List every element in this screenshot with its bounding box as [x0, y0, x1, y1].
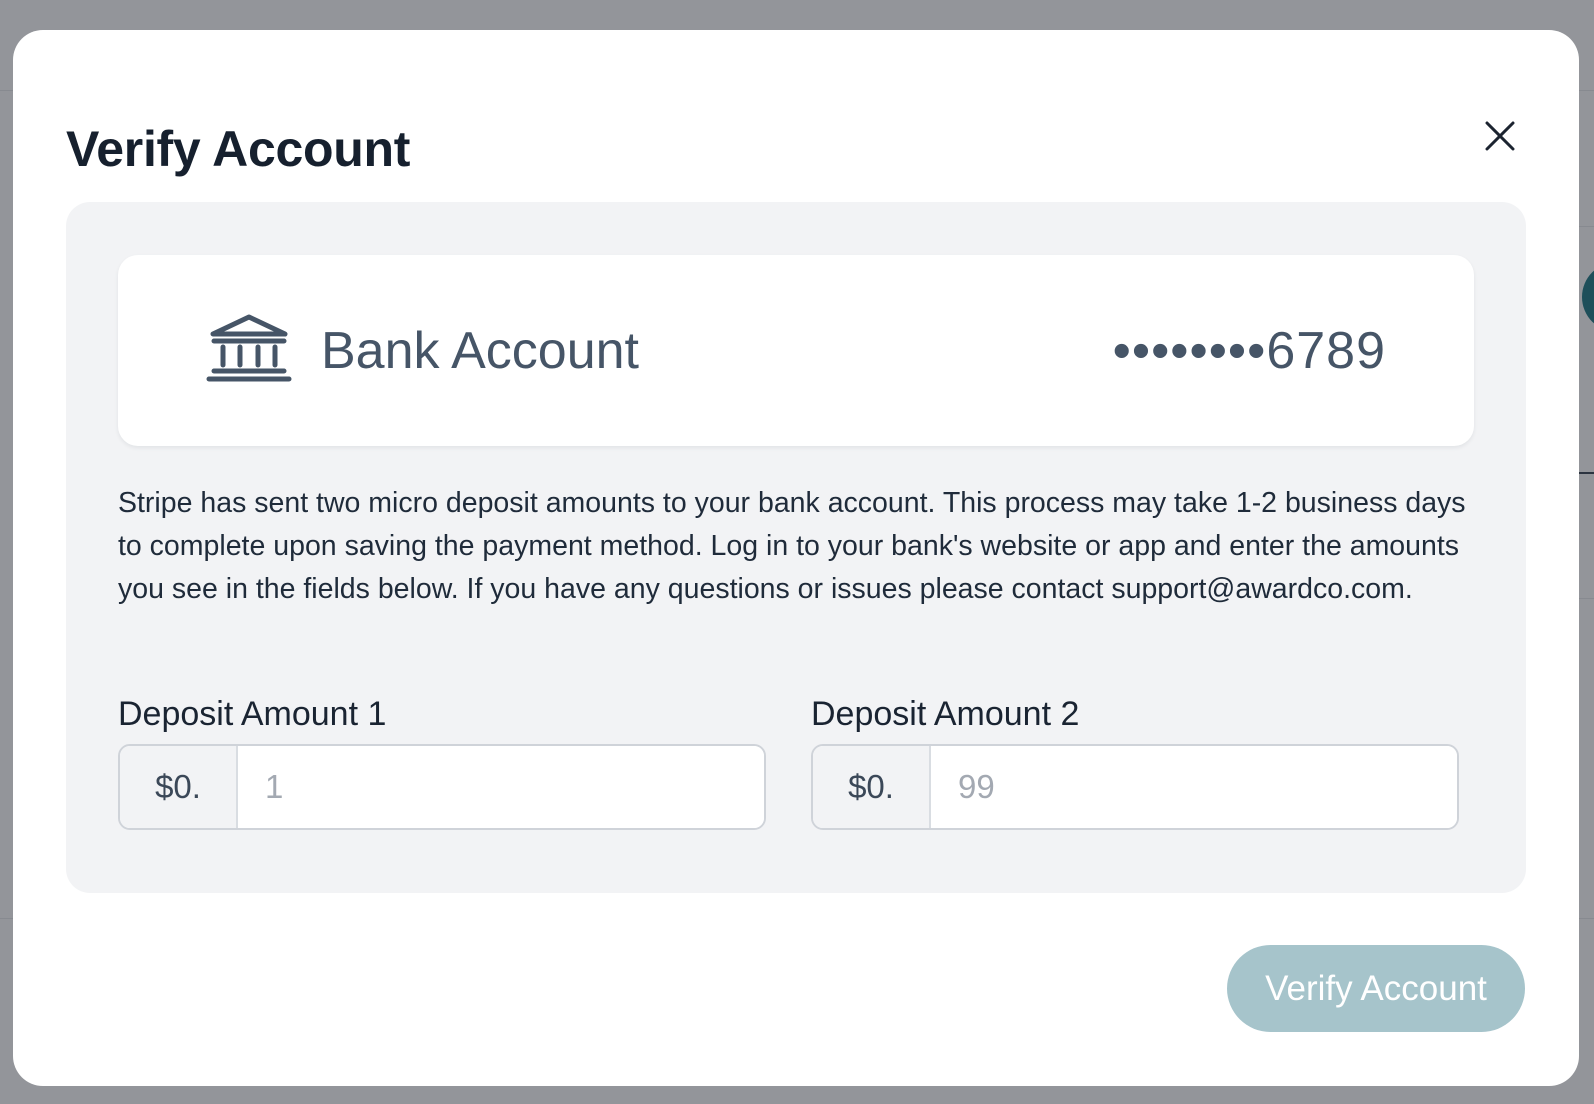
bank-icon: [206, 314, 292, 382]
bank-account-label: Bank Account: [321, 322, 639, 380]
currency-prefix: $0.: [120, 746, 238, 828]
currency-prefix: $0.: [813, 746, 931, 828]
backdrop-avatar: [1582, 262, 1594, 332]
verify-account-modal: Verify Account Bank Account ••••••••6789…: [13, 30, 1579, 1086]
bank-account-card: Bank Account ••••••••6789: [118, 255, 1474, 446]
masked-account-number: ••••••••6789: [1112, 322, 1386, 380]
deposit-amount-2-field: $0.: [811, 744, 1459, 830]
close-button[interactable]: [1480, 116, 1520, 156]
verification-instructions: Stripe has sent two micro deposit amount…: [118, 487, 1466, 605]
deposit-amount-1-field: $0.: [118, 744, 766, 830]
deposit-amount-2-input[interactable]: [931, 746, 1457, 828]
verify-account-button[interactable]: Verify Account: [1227, 945, 1525, 1032]
backdrop-dash: [1578, 472, 1594, 474]
modal-title: Verify Account: [66, 121, 411, 177]
deposit-amount-2-label: Deposit Amount 2: [811, 695, 1080, 733]
close-icon: [1485, 121, 1515, 151]
deposit-amount-1-label: Deposit Amount 1: [118, 695, 387, 733]
verification-panel: Bank Account ••••••••6789 Stripe has sen…: [66, 202, 1526, 893]
deposit-amount-1-input[interactable]: [238, 746, 764, 828]
